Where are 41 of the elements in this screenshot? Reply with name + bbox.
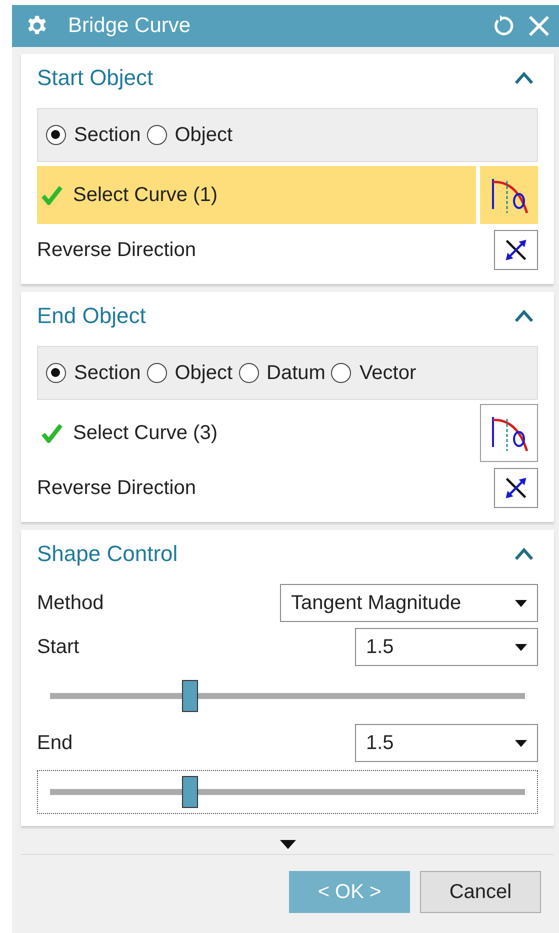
radio-button[interactable] (46, 125, 66, 145)
chevron-icon[interactable] (514, 547, 534, 561)
selection-label: Select Curve (3) (73, 422, 218, 444)
radio-button[interactable] (331, 363, 352, 383)
radio-button[interactable] (146, 125, 167, 145)
radio-label: Object (174, 362, 233, 384)
value-dropdown[interactable]: 1.5 (355, 628, 538, 666)
close-icon[interactable] (527, 14, 551, 38)
selection-row[interactable]: Select Curve (3) (37, 404, 476, 462)
radio-label: Datum (266, 362, 326, 384)
selection-row[interactable]: Select Curve (1) (37, 166, 476, 224)
slider-thumb[interactable] (182, 776, 198, 808)
expand-more-icon[interactable] (280, 840, 296, 850)
section-title[interactable]: End Object (37, 303, 146, 329)
selection-label: Select Curve (1) (73, 184, 218, 206)
cancel-button[interactable]: Cancel (420, 871, 541, 913)
radio-label: Object (174, 124, 233, 146)
radio-button[interactable] (146, 363, 167, 383)
reverse-direction-button[interactable] (494, 230, 538, 270)
reverse-direction-label: Reverse Direction (37, 476, 196, 500)
section-title[interactable]: Shape Control (37, 541, 178, 567)
radio-label: Vector (359, 362, 416, 384)
reverse-direction-button[interactable] (494, 468, 538, 508)
slider-label: Start (37, 636, 80, 658)
slider-label: End (37, 732, 73, 754)
method-dropdown[interactable]: Tangent Magnitude (280, 584, 538, 622)
chevron-icon[interactable] (514, 309, 534, 323)
value-dropdown[interactable]: 1.5 (355, 724, 538, 762)
curve-button[interactable] (480, 166, 538, 224)
radio-button[interactable] (238, 363, 259, 383)
radio-label: Section (74, 124, 141, 146)
window-title: Bridge Curve (68, 14, 192, 38)
radio-label: Section (74, 362, 141, 384)
reverse-direction-label: Reverse Direction (37, 238, 196, 262)
radio-button[interactable] (46, 363, 66, 383)
chevron-icon[interactable] (514, 71, 534, 85)
section-title[interactable]: Start Object (37, 65, 154, 91)
method-label: Method (37, 592, 104, 614)
slider-thumb[interactable] (182, 680, 198, 712)
settings-icon[interactable] (26, 15, 48, 37)
curve-button[interactable] (480, 404, 538, 462)
